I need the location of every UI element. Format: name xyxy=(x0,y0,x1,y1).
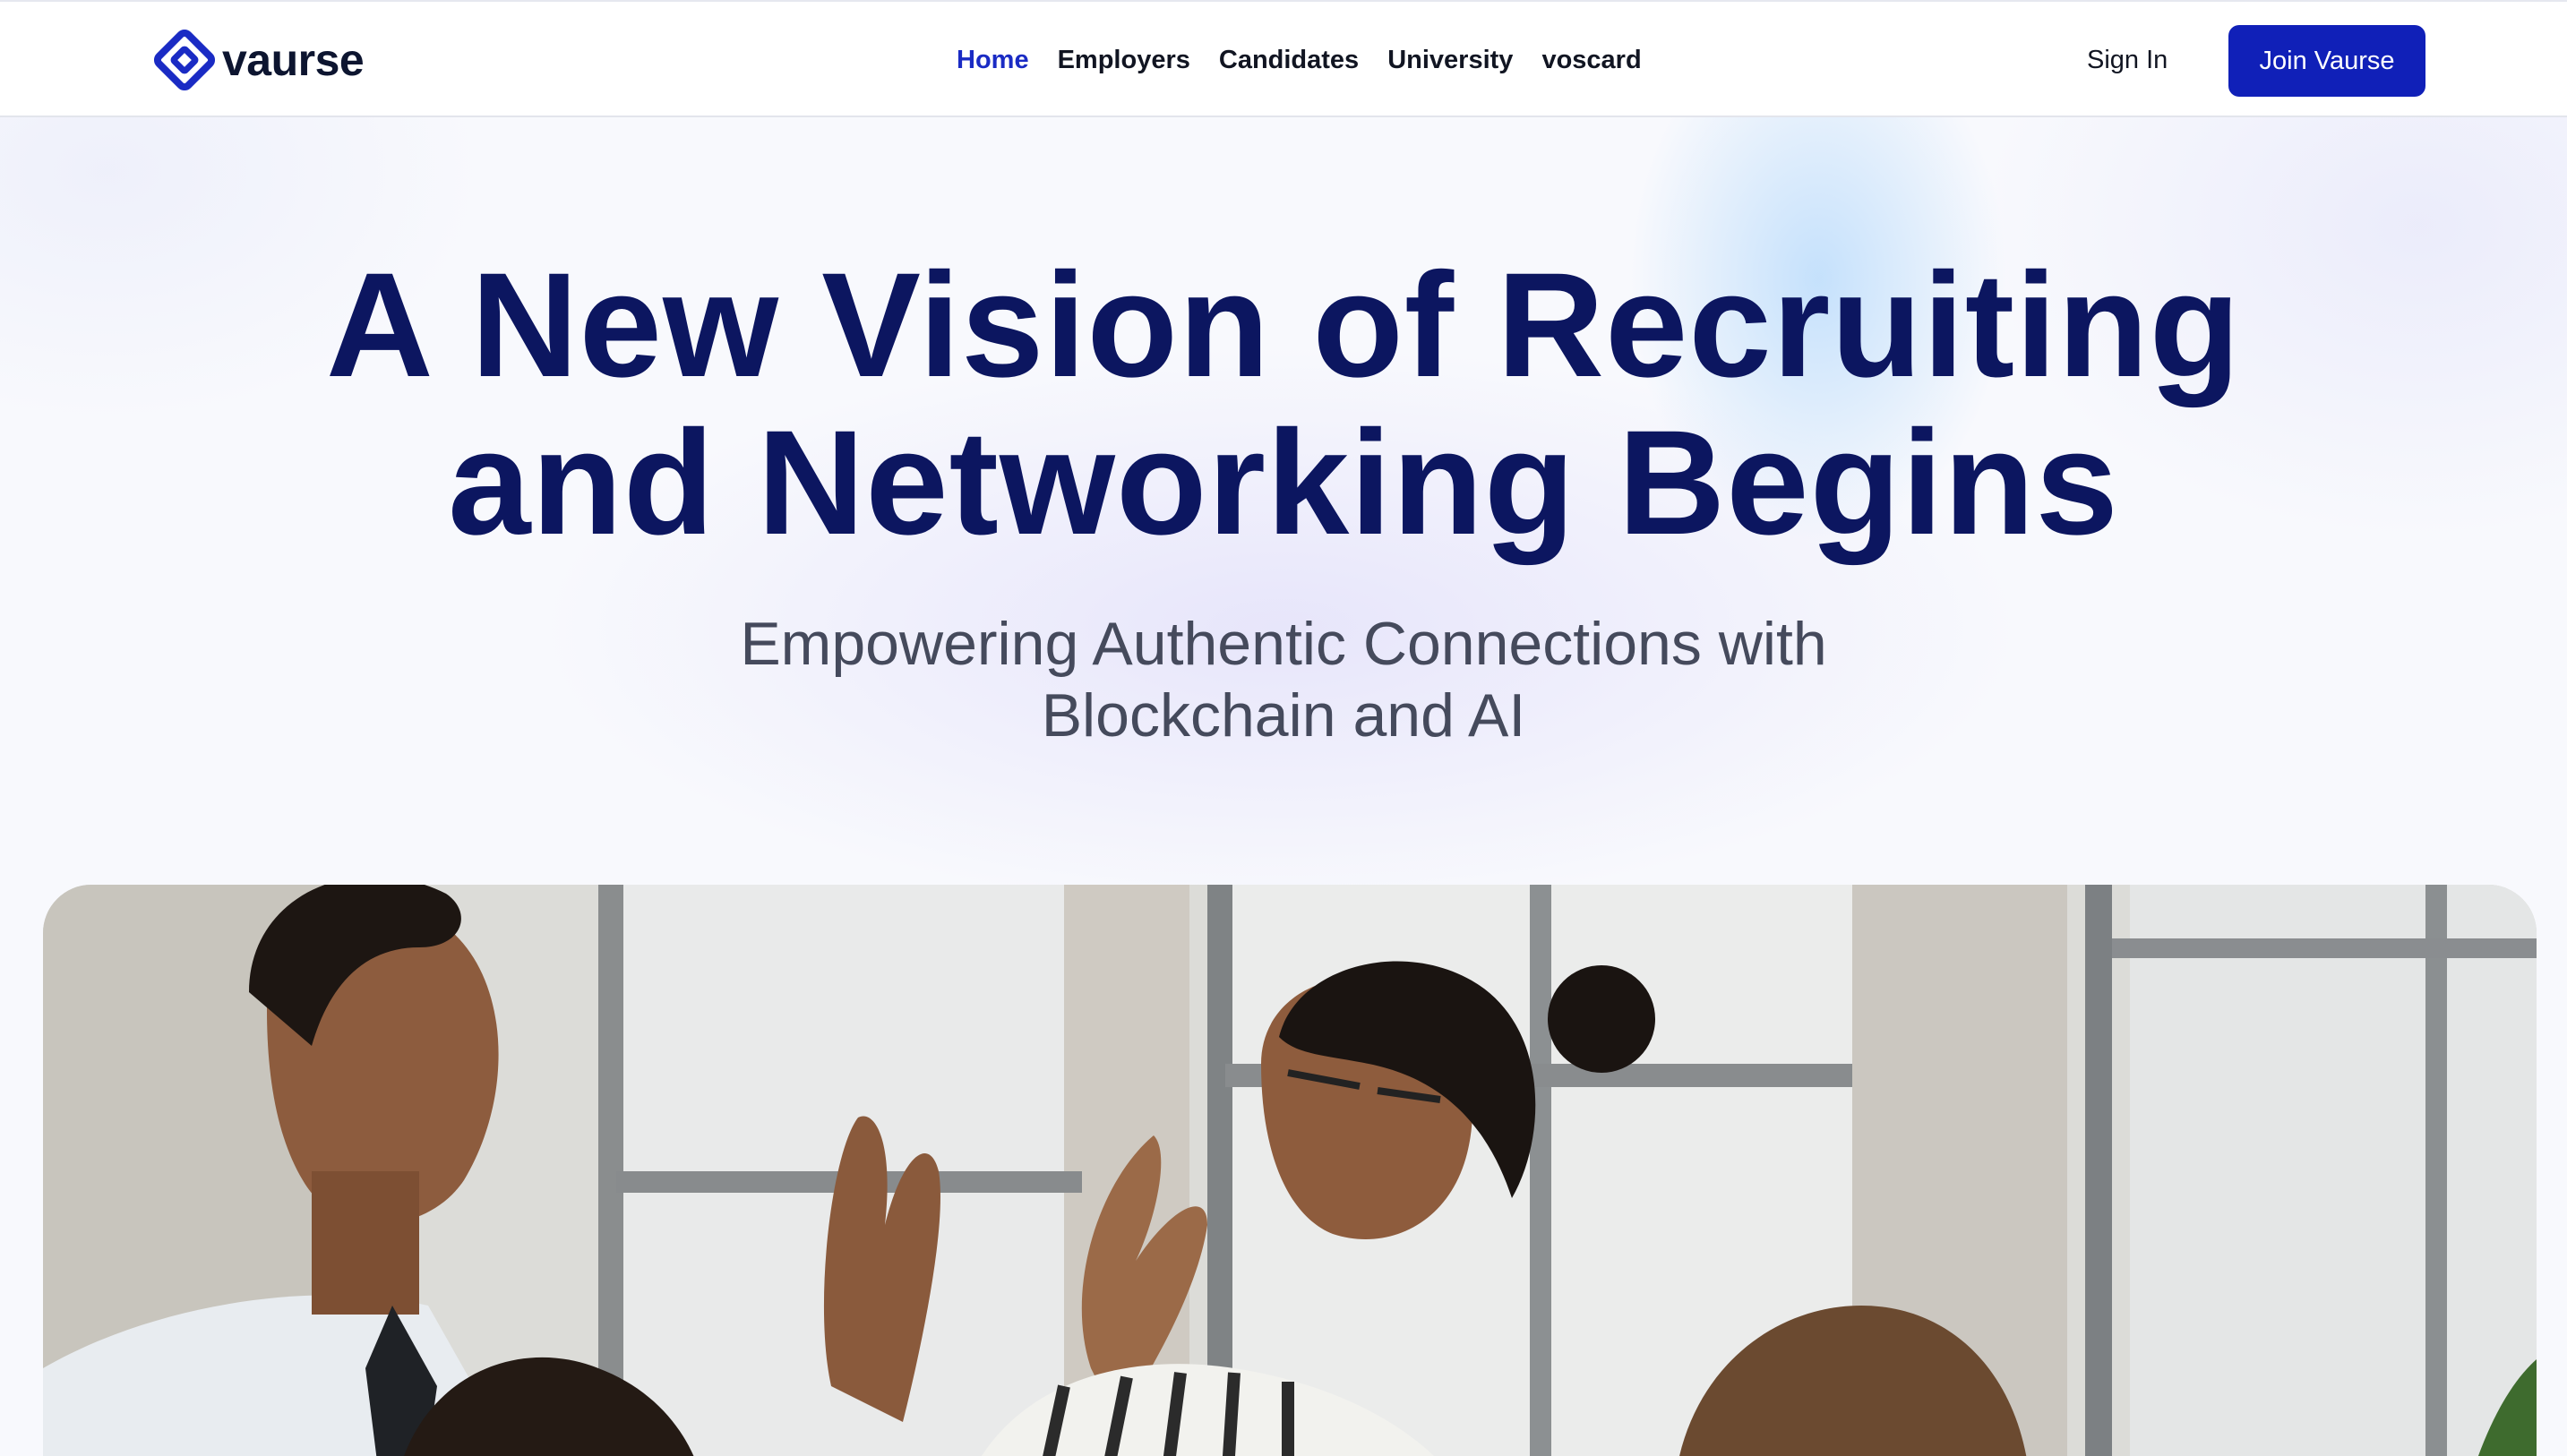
brand-name: vaurse xyxy=(222,35,365,85)
brand-logo[interactable]: vaurse xyxy=(152,29,365,91)
hero-headline-line-1: A New Vision of Recruiting xyxy=(325,243,2242,408)
page: vaurse Home Employers Candidates Univers… xyxy=(0,0,2567,1456)
diamond-logo-icon xyxy=(153,29,216,91)
nav-link-home[interactable]: Home xyxy=(957,41,1029,79)
main-nav: Home Employers Candidates University vos… xyxy=(957,41,1670,79)
nav-link-university[interactable]: University xyxy=(1387,41,1513,79)
hero-subheading-line-1: Empowering Authentic Connections with xyxy=(740,610,1827,678)
office-team-high-five-photo xyxy=(43,885,2537,1456)
top-navigation: vaurse Home Employers Candidates Univers… xyxy=(0,0,2567,117)
nav-link-candidates[interactable]: Candidates xyxy=(1219,41,1359,79)
hero-headline-line-2: and Networking Begins xyxy=(448,400,2119,566)
hero-subheading-line-2: Blockchain and AI xyxy=(1041,681,1526,749)
hero-subheading: Empowering Authentic Connections with Bl… xyxy=(0,608,2567,751)
nav-link-voscard[interactable]: voscard xyxy=(1541,41,1641,79)
join-button[interactable]: Join Vaurse xyxy=(2228,25,2425,97)
nav-link-employers[interactable]: Employers xyxy=(1058,41,1190,79)
photo-illustration xyxy=(43,885,2537,1456)
hero-headline: A New Vision of Recruiting and Networkin… xyxy=(0,247,2567,562)
sign-in-link[interactable]: Sign In xyxy=(2087,41,2168,79)
